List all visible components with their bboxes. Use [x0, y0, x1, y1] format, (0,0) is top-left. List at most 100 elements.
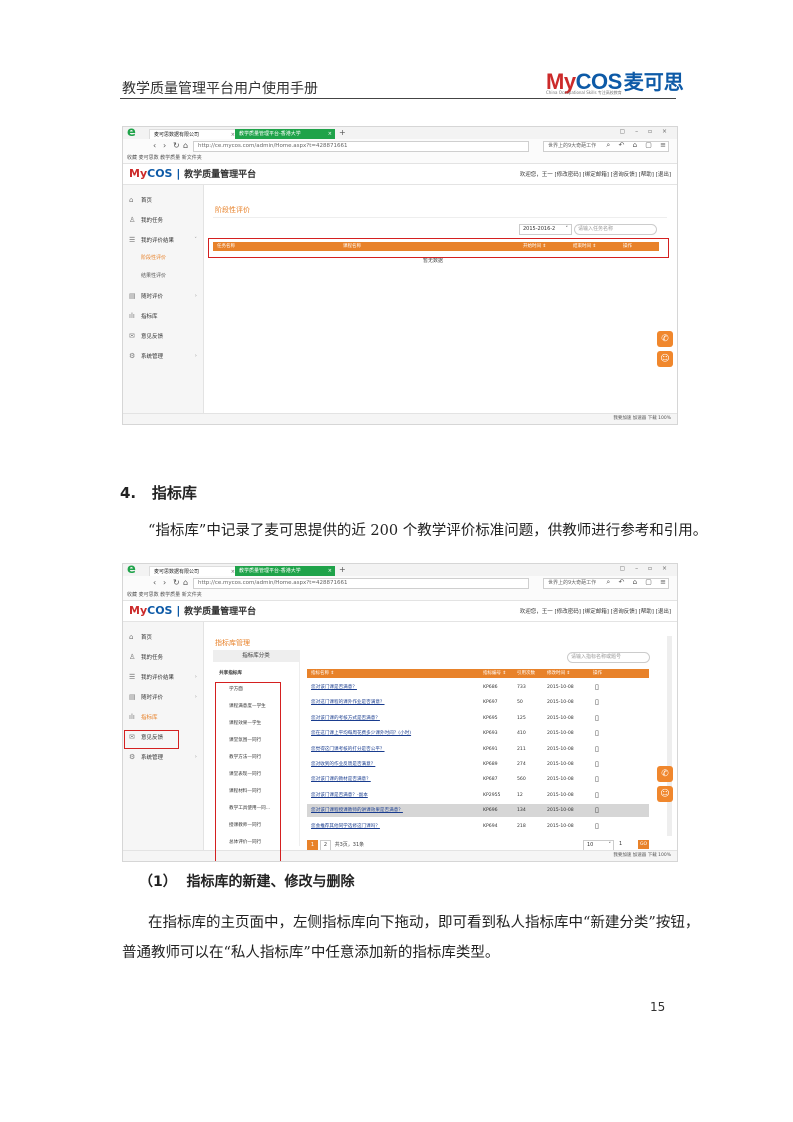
copy-icon[interactable]: ▯ [595, 743, 599, 756]
favorites-bar[interactable]: 收藏 麦可思数 教学质量 新文件夹 [123, 153, 677, 164]
modified-date: 2015-10-08 [547, 792, 574, 798]
indicator-name-link[interactable]: 您会推荐其他同学选修这门课吗？ [311, 820, 380, 833]
column-header[interactable]: 指标编号 ⇕ [483, 669, 506, 678]
sidebar-item-results[interactable]: ☰ 我的评价结果 › [123, 668, 203, 686]
term-select[interactable]: 2015-2016-2 ˅ [519, 224, 572, 235]
user-nav[interactable]: 欢迎您，王一 [修改密码] [绑定邮箱] [咨询反馈] [帮助] [退出] [520, 170, 671, 178]
sidebar-item-final-eval[interactable]: 结果性评价 [123, 267, 203, 285]
mail-icon: ✉ [129, 332, 135, 340]
chat-icon[interactable]: ☺ [657, 351, 673, 367]
copy-icon[interactable]: ▯ [595, 820, 599, 833]
copy-icon[interactable]: ▯ [595, 712, 599, 725]
browser-tab-2[interactable]: 教学质量管理平台-香港大学 × [235, 129, 335, 139]
home-icon[interactable]: ⌂ [183, 578, 188, 587]
indicator-name-link[interactable]: 您对该门课程授课教师的讲课效果是否满意？ [311, 804, 403, 817]
scrollbar[interactable] [667, 636, 672, 836]
modified-date: 2015-10-08 [547, 746, 574, 752]
table-row[interactable]: 您对该门课的考核方式是否满意？ KP695 125 2015-10-08 ▯ [307, 712, 649, 725]
table-row[interactable]: 您对该门课是否满意？ KP686 733 2015-10-08 ▯ [307, 681, 649, 694]
table-row[interactable]: 您会推荐其他同学选修这门课吗？ KP694 218 2015-10-08 ▯ [307, 820, 649, 833]
indicator-name-link[interactable]: 您对这门课程的课外作业是否满意？ [311, 696, 385, 709]
sidebar-item-settings[interactable]: ⚙ 系统管理 › [123, 748, 203, 766]
window-controls[interactable]: ▢ – ▫ × [620, 565, 671, 572]
forward-icon[interactable]: › [163, 141, 166, 150]
indicator-name-link[interactable]: 您对收到的作业反馈是否满意？ [311, 758, 375, 771]
reference-count: 218 [517, 823, 526, 829]
column-header[interactable]: 指标名称 ⇕ [311, 669, 334, 678]
table-row[interactable]: 您觉得这门课考核的打分是否公平？ KP691 211 2015-10-08 ▯ [307, 743, 649, 756]
sidebar-item-tasks[interactable]: ♙ 我的任务 [123, 211, 203, 229]
indicator-name-link[interactable]: 您觉得这门课考核的打分是否公平？ [311, 743, 385, 756]
category-header: 指标库分类 [213, 650, 299, 662]
table-row[interactable]: 您对该门课的教材是否满意？ KP687 560 2015-10-08 ▯ [307, 773, 649, 786]
indicator-search-input[interactable]: 请输入指标名称或题号 [567, 652, 650, 663]
copy-icon[interactable]: ▯ [595, 804, 599, 817]
browser-toolbar-icons[interactable]: ⌕ ↶ ⌂ ▢ ≡ [606, 578, 669, 587]
forward-icon[interactable]: › [163, 578, 166, 587]
body-line-2: 普通教师可以在“私人指标库”中任意添加新的指标库类型。 [122, 945, 500, 961]
shared-library[interactable]: 共享指标库 [219, 670, 242, 676]
list-icon: ☰ [129, 673, 136, 681]
new-tab-icon[interactable]: + [339, 565, 346, 574]
close-icon[interactable]: × [328, 129, 332, 139]
table-row[interactable]: 您在这门课上平均每周花费多少课外时间？(小时) KP693 410 2015-10-0… [307, 727, 649, 740]
indicator-name-link[interactable]: 您对该门课的考核方式是否满意？ [311, 712, 380, 725]
copy-icon[interactable]: ▯ [595, 758, 599, 771]
copy-icon[interactable]: ▯ [595, 681, 599, 694]
indicator-name-link[interactable]: 您对该门课是否满意？ [311, 681, 357, 694]
sidebar-item-home[interactable]: ⌂ 首页 [123, 191, 203, 209]
sidebar-item-home[interactable]: ⌂ 首页 [123, 628, 203, 646]
sidebar-item-settings[interactable]: ⚙ 系统管理 › [123, 347, 203, 365]
chevron-right-icon: › [194, 293, 197, 299]
table-row[interactable]: 您对收到的作业反馈是否满意？ KP689 274 2015-10-08 ▯ [307, 758, 649, 771]
copy-icon[interactable]: ▯ [595, 789, 599, 802]
phone-icon[interactable]: ✆ [657, 766, 673, 782]
home-icon[interactable]: ⌂ [183, 141, 188, 150]
back-icon[interactable]: ‹ [153, 578, 156, 587]
phone-icon[interactable]: ✆ [657, 331, 673, 347]
user-nav[interactable]: 欢迎您，王一 [修改密码] [绑定邮箱] [咨询反馈] [帮助] [退出] [520, 607, 671, 615]
browser-toolbar-icons[interactable]: ⌕ ↶ ⌂ ▢ ≡ [606, 141, 669, 150]
browser-urlbar: ‹ › ↻ ⌂ http://ce.mycos.com/admin/Home.a… [123, 139, 677, 153]
column-header[interactable]: 修改时间 ⇕ [547, 669, 570, 678]
refresh-icon[interactable]: ↻ [173, 141, 180, 150]
sidebar-item-instant-eval[interactable]: ▤ 随时评价 › [123, 287, 203, 305]
browser-tab-2[interactable]: 教学质量管理平台-香港大学 × [235, 566, 335, 576]
close-icon[interactable]: × [328, 566, 332, 576]
favorites-bar[interactable]: 收藏 麦可思数 教学质量 新文件夹 [123, 590, 677, 601]
modified-date: 2015-10-08 [547, 685, 574, 690]
column-header[interactable]: 操作 [593, 669, 602, 678]
page-jump-input[interactable]: 1 [619, 841, 622, 847]
indicator-code: KP694 [483, 823, 498, 829]
copy-icon[interactable]: ▯ [595, 773, 599, 786]
title-divider [213, 217, 667, 218]
table-row[interactable]: 您对这门课程的课外作业是否满意？ KP697 50 2015-10-08 ▯ [307, 696, 649, 709]
table-row[interactable]: 您对该门课程授课教师的讲课效果是否满意？ KP696 134 2015-10-08 ▯ [307, 804, 649, 818]
copy-icon[interactable]: ▯ [595, 696, 599, 709]
table-row[interactable]: 您对该门课是否满意？-副本 KP2955 12 2015-10-08 ▯ [307, 789, 649, 802]
address-input[interactable]: http://ce.mycos.com/admin/Home.aspx?t=42… [193, 141, 529, 152]
refresh-icon[interactable]: ↻ [173, 578, 180, 587]
indicator-name-link[interactable]: 您在这门课上平均每周花费多少课外时间？(小时) [311, 727, 411, 740]
chat-icon[interactable]: ☺ [657, 786, 673, 802]
sidebar-item-stage-eval[interactable]: 阶段性评价 [123, 249, 203, 267]
sidebar-item-instant-eval[interactable]: ▤ 随时评价 › [123, 688, 203, 706]
address-input[interactable]: http://ce.mycos.com/admin/Home.aspx?t=42… [193, 578, 529, 589]
indicator-name-link[interactable]: 您对该门课是否满意？-副本 [311, 789, 368, 802]
sidebar-item-results[interactable]: ☰ 我的评价结果 ˅ [123, 231, 203, 249]
indicator-code: KP689 [483, 762, 498, 767]
sidebar-item-indicator-lib[interactable]: ılı 指标库 [123, 307, 203, 325]
sidebar-item-tasks[interactable]: ♙ 我的任务 [123, 648, 203, 666]
reference-count: 560 [517, 777, 526, 783]
back-icon[interactable]: ‹ [153, 141, 156, 150]
indicator-name-link[interactable]: 您对该门课的教材是否满意？ [311, 773, 371, 786]
window-controls[interactable]: ▢ – ▫ × [620, 128, 671, 135]
sidebar-item-indicator-lib[interactable]: ılı 指标库 [123, 708, 203, 726]
task-search-input[interactable]: 请输入任务名称 [574, 224, 657, 235]
chevron-down-icon: ˅ [194, 237, 197, 243]
sidebar-item-feedback[interactable]: ✉ 意见反馈 [123, 327, 203, 345]
column-header[interactable]: 引用次数 [517, 669, 535, 678]
new-tab-icon[interactable]: + [339, 128, 346, 137]
go-button[interactable]: GO [638, 840, 649, 849]
copy-icon[interactable]: ▯ [595, 727, 599, 740]
